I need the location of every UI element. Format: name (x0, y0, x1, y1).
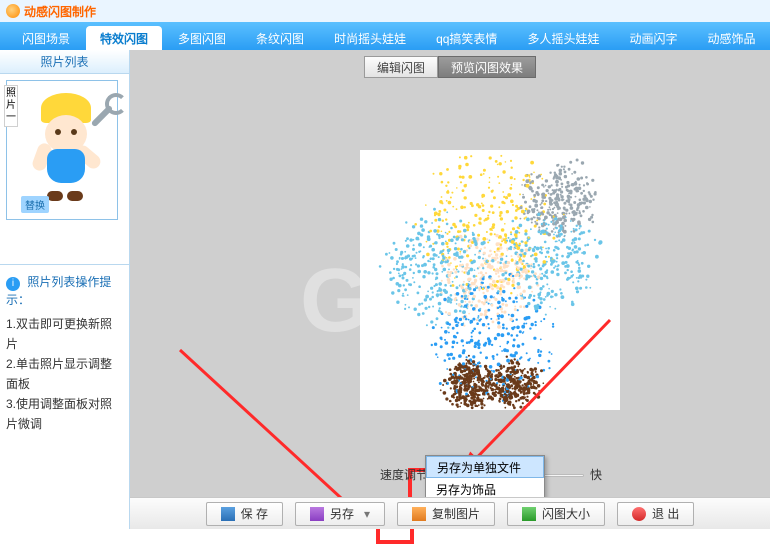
copy-image-button[interactable]: 复制图片 (397, 502, 495, 526)
saveas-context-menu: 另存为单独文件 另存为饰品 (425, 455, 545, 501)
replace-tag[interactable]: 替换 (21, 196, 49, 213)
tip-2: 3.使用调整面板对照片微调 (6, 394, 123, 434)
exit-button[interactable]: 退 出 (617, 502, 694, 526)
context-save-file[interactable]: 另存为单独文件 (426, 456, 544, 478)
tab-4[interactable]: 时尚摇头娃娃 (320, 26, 420, 50)
tab-6[interactable]: 多人摇头娃娃 (513, 26, 613, 50)
sidebar: 照片列表 照片一 替换 i (0, 50, 130, 529)
top-button-group: 编辑闪图 预览闪图效果 (364, 56, 536, 78)
dissolve-effect (360, 150, 620, 410)
dropdown-icon: ▾ (364, 507, 370, 521)
app-logo-icon (6, 4, 20, 18)
thumbnail-area: 照片一 替换 (0, 74, 129, 264)
preview-canvas (360, 150, 620, 410)
main-canvas-area: 编辑闪图 预览闪图效果 GIF 速度调节： 慢 快 另存为单独文 (130, 50, 770, 529)
tab-8[interactable]: 动感饰品 (693, 26, 769, 50)
tab-3[interactable]: 条纹闪图 (242, 26, 318, 50)
size-icon (522, 507, 536, 521)
save-button[interactable]: 保 存 (206, 502, 283, 526)
sidebar-header: 照片列表 (0, 50, 129, 74)
tip-1: 2.单击照片显示调整面板 (6, 354, 123, 394)
thumb-image (19, 87, 113, 205)
tips-title: 照片列表操作提示： (6, 275, 111, 307)
tab-5[interactable]: qq搞笑表情 (422, 26, 511, 50)
copy-icon (412, 507, 426, 521)
title-bar: 动感闪图制作 (0, 0, 770, 22)
saveas-button[interactable]: 另存▾ (295, 502, 385, 526)
tab-2[interactable]: 多图闪图 (164, 26, 240, 50)
tip-0: 1.双击即可更换新照片 (6, 314, 123, 354)
saveas-icon (310, 507, 324, 521)
photo-thumbnail[interactable]: 照片一 替换 (6, 80, 118, 220)
save-icon (221, 507, 235, 521)
gif-size-button[interactable]: 闪图大小 (507, 502, 605, 526)
info-icon: i (6, 277, 20, 291)
exit-icon (632, 507, 646, 521)
tips-panel: i 照片列表操作提示： 1.双击即可更换新照片2.单击照片显示调整面板3.使用调… (0, 264, 129, 442)
main-tabs: 闪图场景特效闪图多图闪图条纹闪图时尚摇头娃娃qq搞笑表情多人摇头娃娃动画闪字动感… (0, 22, 770, 50)
tab-7[interactable]: 动画闪字 (615, 26, 691, 50)
preview-gif-button[interactable]: 预览闪图效果 (438, 56, 536, 78)
app-title: 动感闪图制作 (24, 3, 96, 20)
edit-gif-button[interactable]: 编辑闪图 (364, 56, 438, 78)
thumb-index-label: 照片一 (4, 85, 18, 127)
speed-fast-label: 快 (590, 466, 602, 483)
tips-title-row: i 照片列表操作提示： (6, 273, 123, 308)
tab-1[interactable]: 特效闪图 (86, 26, 162, 50)
bottom-toolbar: 保 存 另存▾ 复制图片 闪图大小 退 出 (130, 497, 770, 529)
tab-0[interactable]: 闪图场景 (8, 26, 84, 50)
